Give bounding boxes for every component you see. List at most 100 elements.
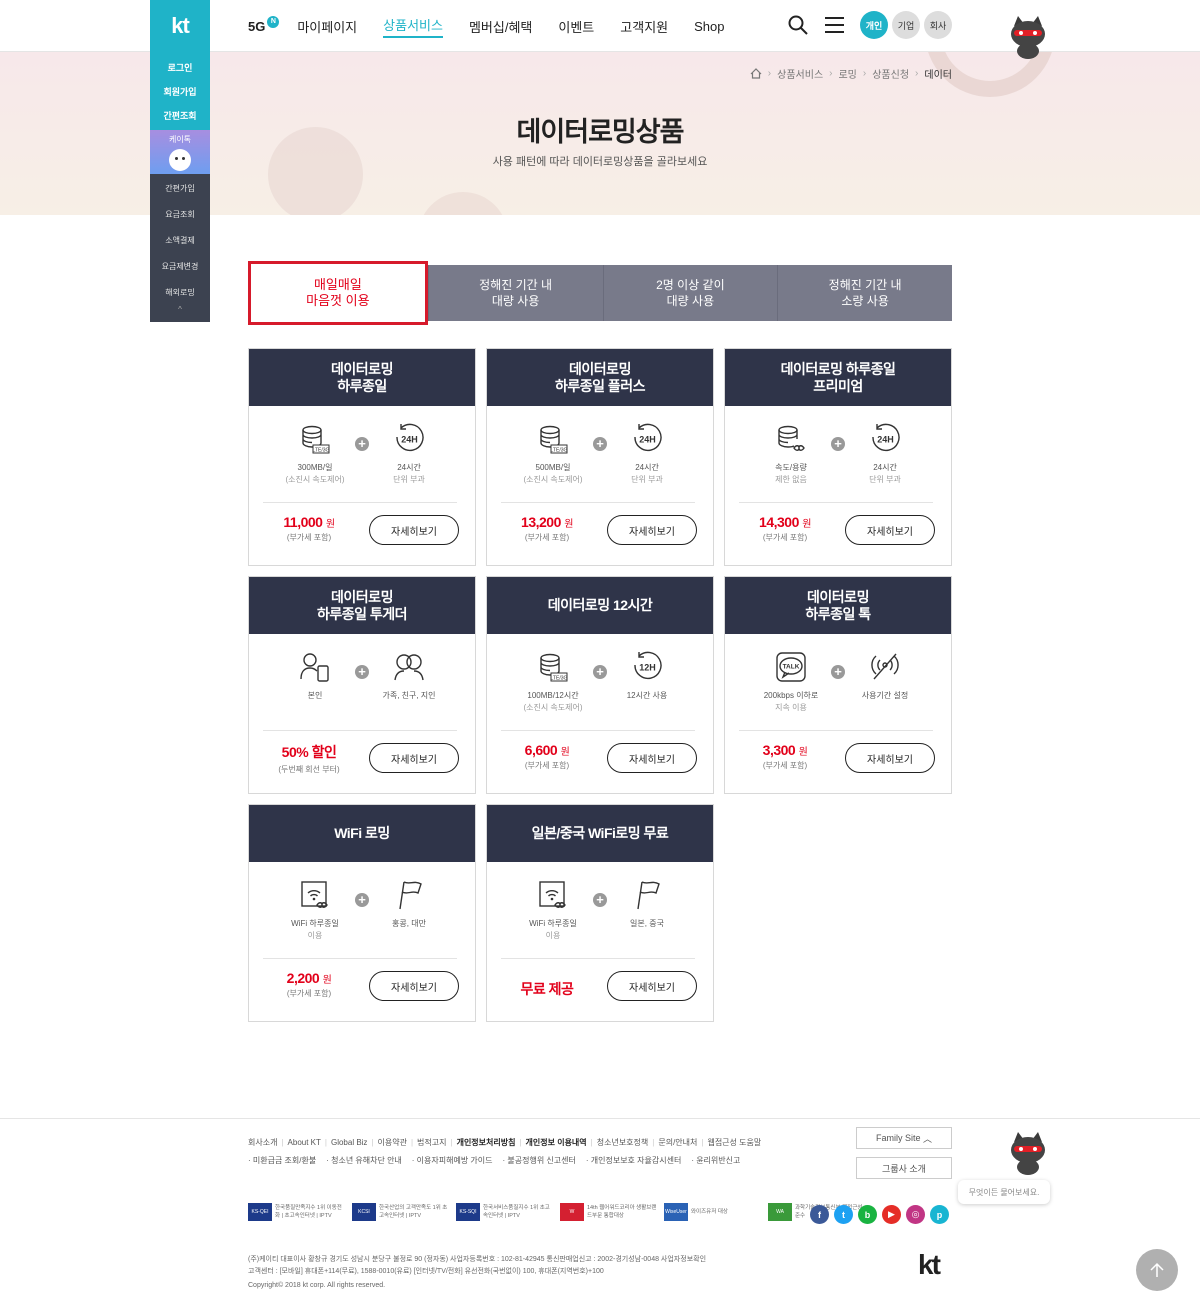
card-title: WiFi 로밍	[249, 805, 475, 862]
quick-plan-change[interactable]: 요금제변경	[150, 254, 210, 280]
quick-bill-lookup[interactable]: 요금조회	[150, 202, 210, 228]
quick-easy-lookup[interactable]: 간편조회	[150, 104, 210, 128]
segment-company[interactable]: 회사	[924, 11, 952, 39]
details-button[interactable]: 자세히보기	[369, 515, 459, 545]
scroll-top-button[interactable]	[1136, 1249, 1178, 1291]
footer-sublink[interactable]: · 불공정행위 신고센터	[503, 1156, 576, 1165]
quick-easy-join[interactable]: 간편가입	[150, 176, 210, 202]
facebook-icon[interactable]: f	[810, 1205, 829, 1224]
segment-personal[interactable]: 개인	[860, 11, 888, 39]
details-button[interactable]: 자세히보기	[845, 743, 935, 773]
nav-shop[interactable]: Shop	[694, 19, 724, 34]
card-price: 50% 할인 (두번째 회선 부터)	[278, 744, 340, 774]
kt-logo[interactable]: kt	[150, 0, 210, 52]
chatbot-bubble[interactable]: 무엇이든 물어보세요.	[958, 1180, 1050, 1204]
nav-5g[interactable]: 5G N	[248, 16, 280, 34]
nav-mypage[interactable]: 마이페이지	[297, 17, 357, 36]
lte-coins-icon: LTE/3G	[302, 425, 330, 454]
quick-roaming[interactable]: 해외로밍	[150, 280, 210, 306]
talk-icon: TALK	[776, 652, 806, 682]
footer-sublink[interactable]: · 이용자피해예방 가이드	[412, 1156, 493, 1165]
footer-link[interactable]: 법적고지	[417, 1138, 446, 1147]
footer-link[interactable]: 개인정보처리방침	[457, 1138, 516, 1147]
footer-link[interactable]: 개인정보 이용내역	[526, 1138, 587, 1147]
card-feature: WiFi 하루종일 이용	[265, 879, 365, 942]
details-button[interactable]: 자세히보기	[607, 515, 697, 545]
footer-sublink[interactable]: · 청소년 유해차단 안내	[326, 1156, 402, 1165]
svg-text:TALK: TALK	[783, 664, 800, 671]
footer-link[interactable]: Global Biz	[331, 1138, 367, 1147]
details-button[interactable]: 자세히보기	[845, 515, 935, 545]
tab-period-large[interactable]: 정해진 기간 내 대량 사용	[427, 265, 603, 321]
product-card: 일본/중국 WiFi로밍 무료 WiFi 하루종일 이용 + 일본, 중국 무료…	[486, 804, 714, 1022]
breadcrumb-item[interactable]: 상품서비스	[777, 66, 823, 81]
details-button[interactable]: 자세히보기	[607, 743, 697, 773]
12h-icon: 12H	[634, 651, 662, 680]
collapse-arrow-icon[interactable]: ^	[150, 306, 210, 316]
breadcrumb-current: 데이터	[924, 70, 952, 81]
footer-link[interactable]: 이용약관	[378, 1138, 407, 1147]
chatbot-mascot-icon[interactable]	[1005, 1130, 1051, 1176]
infinity-coins-icon	[778, 425, 805, 451]
post-icon[interactable]: p	[930, 1205, 949, 1224]
card-feature: LTE/3G 100MB/12시간 (소진시 속도제어)	[503, 651, 603, 714]
divider	[739, 502, 933, 503]
instagram-icon[interactable]: ◎	[906, 1205, 925, 1224]
card-feature: LTE/3G 300MB/일 (소진시 속도제어)	[265, 423, 365, 486]
card-title: 데이터로밍 하루종일	[249, 349, 475, 406]
lte-coins-icon: LTE/3G	[540, 653, 568, 682]
group-intro-button[interactable]: 그룹사 소개	[856, 1157, 952, 1179]
tab-group-large[interactable]: 2명 이상 같이 대량 사용	[602, 265, 778, 321]
usage-tabs: 매일매일 마음껏 이용 정해진 기간 내 대량 사용 2명 이상 같이 대량 사용 정…	[248, 261, 952, 325]
breadcrumb-item[interactable]: 로밍	[838, 66, 856, 81]
quick-katalk[interactable]: 케이톡	[150, 130, 210, 174]
people-icon	[394, 654, 424, 681]
menu-icon[interactable]	[825, 17, 844, 33]
card-feature: 속도/용량 제한 없음	[741, 423, 841, 486]
footer-link[interactable]: 문의/안내처	[658, 1138, 697, 1147]
details-button[interactable]: 자세히보기	[607, 971, 697, 1001]
card-price: 11,000 원 (부가세 포함)	[283, 514, 335, 542]
family-site-select[interactable]: Family Site ︿	[856, 1127, 952, 1149]
card-feature: 본인	[265, 651, 365, 702]
details-button[interactable]: 자세히보기	[369, 971, 459, 1001]
svg-text:24H: 24H	[877, 435, 894, 445]
nav-event[interactable]: 이벤트	[558, 17, 594, 36]
product-card: 데이터로밍 하루종일 LTE/3G 300MB/일 (소진시 속도제어) + 2…	[248, 348, 476, 566]
quick-micropay[interactable]: 소액결제	[150, 228, 210, 254]
mascot-icon[interactable]	[1005, 14, 1051, 60]
twitter-icon[interactable]: t	[834, 1205, 853, 1224]
search-icon[interactable]	[788, 15, 808, 35]
tab-daily[interactable]: 매일매일 마음껏 이용	[248, 261, 428, 325]
footer-sublink[interactable]: · 윤리위반신고	[691, 1156, 740, 1165]
footer-link[interactable]: About KT	[288, 1138, 321, 1147]
home-icon[interactable]	[750, 68, 762, 79]
youtube-icon[interactable]: ▶	[882, 1205, 901, 1224]
footer-link[interactable]: 청소년보호정책	[597, 1138, 649, 1147]
segment-business[interactable]: 기업	[892, 11, 920, 39]
card-title: 데이터로밍 하루종일 투게더	[249, 577, 475, 634]
footer-sublink[interactable]: · 미환급금 조회/환불	[248, 1156, 316, 1165]
footer-sublink[interactable]: · 개인정보보호 자율감시센터	[586, 1156, 681, 1165]
nav-membership[interactable]: 멤버십/혜택	[469, 17, 532, 36]
divider	[263, 958, 457, 959]
breadcrumb-item[interactable]: 상품신청	[872, 66, 909, 81]
card-feature: 홍콩, 대만	[359, 879, 459, 930]
certification-logos: KS-QEI 한국품질만족지수 1위 이동전화 | 초고속인터넷 | IPTV KC…	[248, 1203, 872, 1221]
tab-period-small[interactable]: 정해진 기간 내 소량 사용	[777, 265, 952, 321]
24h-icon: 24H	[396, 423, 424, 452]
nav-support[interactable]: 고객지원	[620, 17, 668, 36]
footer-link[interactable]: 웹접근성 도움말	[707, 1138, 761, 1147]
flag-icon	[637, 881, 660, 910]
blog-icon[interactable]: b	[858, 1205, 877, 1224]
footer-link[interactable]: 회사소개	[248, 1138, 277, 1147]
svg-text:24H: 24H	[639, 435, 656, 445]
svg-text:LTE/3G: LTE/3G	[551, 447, 568, 453]
quick-join[interactable]: 회원가입	[150, 80, 210, 104]
nav-products[interactable]: 상품서비스	[383, 15, 443, 38]
breadcrumb: › 상품서비스 › 로밍 › 상품신청 › 데이터	[750, 66, 952, 81]
quick-login[interactable]: 로그인	[150, 56, 210, 80]
details-button[interactable]: 자세히보기	[369, 743, 459, 773]
flag-icon	[399, 881, 422, 910]
chevron-up-icon: ︿	[923, 1133, 933, 1144]
